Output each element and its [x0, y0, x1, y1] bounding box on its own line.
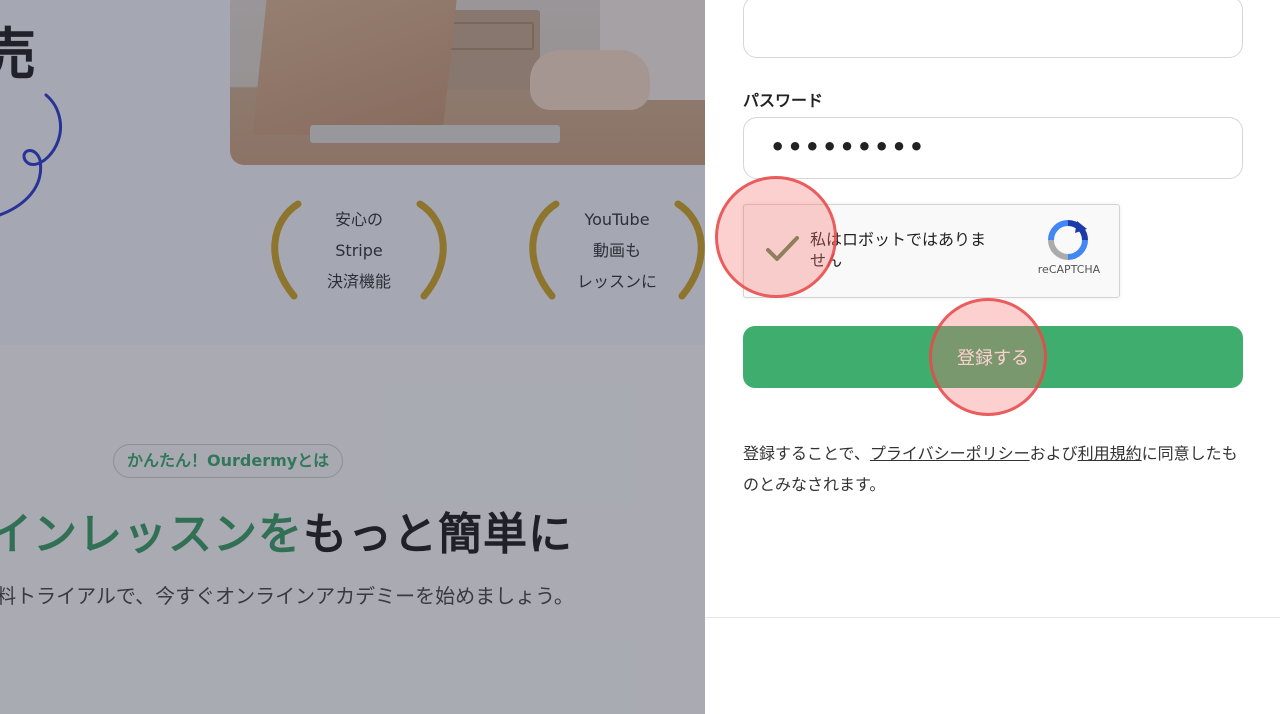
terms-of-service-link[interactable]: 利用規約: [1078, 444, 1142, 463]
landing-background: 売 安心の Stripe 決済機能 YouTube 動画も レッスンに かんたん…: [0, 0, 705, 714]
divider: [705, 617, 1280, 618]
terms-notice: 登録することで、プライバシーポリシーおよび利用規約に同意したものとみなされます。: [743, 444, 1238, 494]
recaptcha-logo-icon: [1048, 220, 1088, 260]
modal-backdrop[interactable]: [0, 0, 705, 714]
recaptcha-brand: reCAPTCHA: [1037, 263, 1101, 276]
page: 売 安心の Stripe 決済機能 YouTube 動画も レッスンに かんたん…: [0, 0, 1280, 714]
privacy-policy-link[interactable]: プライバシーポリシー: [870, 444, 1030, 463]
recaptcha-label: 私はロボットではありません: [810, 230, 987, 270]
password-value: •••••••••: [770, 133, 927, 161]
click-highlight-captcha: [715, 176, 837, 298]
click-highlight-submit: [929, 298, 1047, 416]
password-field[interactable]: •••••••••: [743, 117, 1243, 179]
password-label: パスワード: [743, 91, 824, 110]
email-field[interactable]: [743, 0, 1243, 58]
